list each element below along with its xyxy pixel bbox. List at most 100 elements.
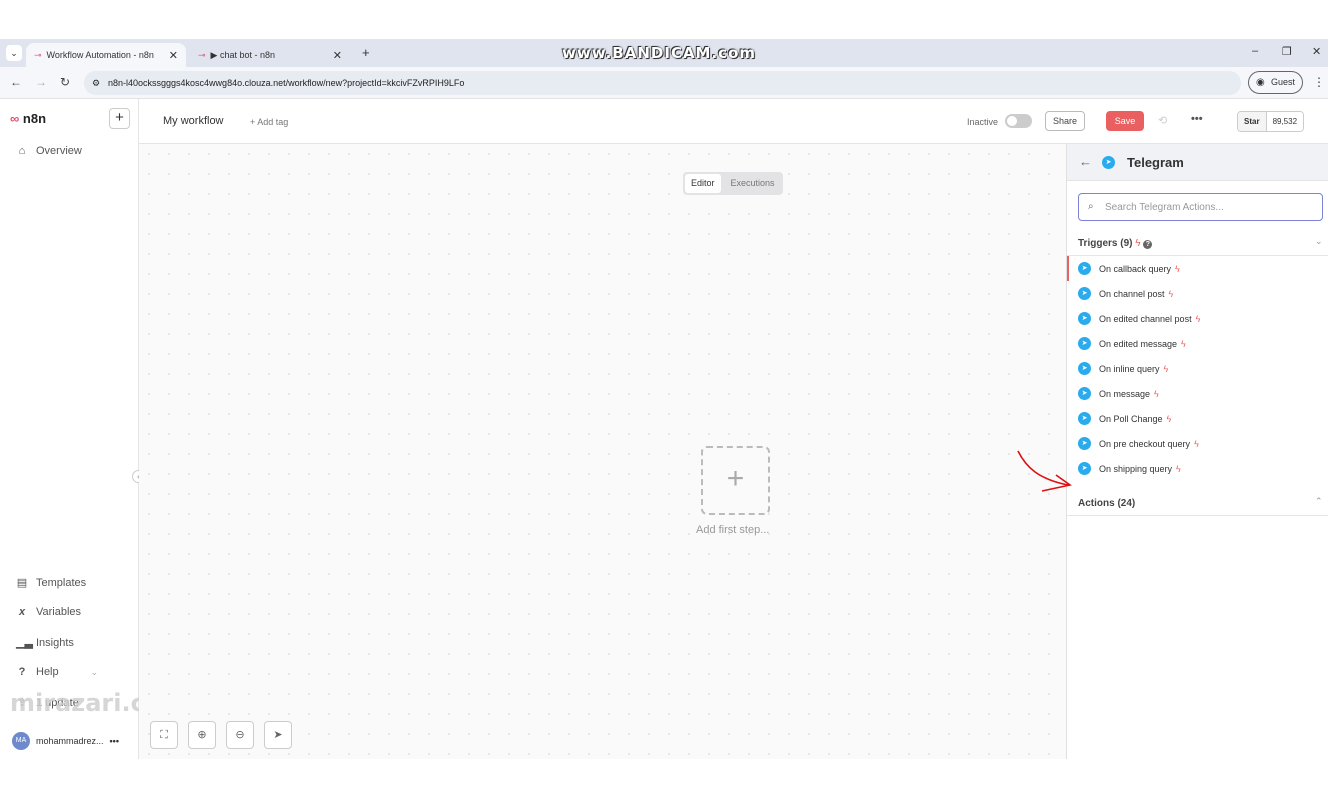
sidebar-item-label: Overview (36, 145, 82, 157)
trigger-item[interactable]: ➤ On Poll Change ϟ (1067, 406, 1328, 431)
n8n-app: ∞ n8n + ⌂ Overview ▤ Templates x Variabl… (0, 99, 1328, 759)
trigger-item[interactable]: ➤ On message ϟ (1067, 381, 1328, 406)
address-bar: ← → ↻ ⚙ n8n-l40ockssgggs4kosc4wwg84o.clo… (0, 67, 1328, 99)
trigger-item[interactable]: ➤ On shipping query ϟ (1067, 456, 1328, 481)
user-name: mohammadrez... (36, 736, 104, 746)
sidebar-item-insights[interactable]: ▁▃ Insights (16, 636, 74, 650)
pointer-tool-icon[interactable]: ➤ (264, 721, 292, 749)
triggers-header[interactable]: Triggers (9) ϟ ? (1078, 238, 1153, 249)
user-menu[interactable]: MA mohammadrez... ••• (12, 732, 119, 750)
telegram-icon: ➤ (1078, 337, 1091, 350)
avatar: MA (12, 732, 30, 750)
templates-icon: ▤ (16, 577, 28, 589)
close-tab-icon[interactable]: ✕ (333, 49, 342, 62)
trigger-item[interactable]: ➤ On inline query ϟ (1067, 356, 1328, 381)
workflow-canvas[interactable]: + Add first step... ⛶ ⊕ ⊖ ➤ (139, 144, 1066, 759)
github-icon: Star (1238, 112, 1267, 131)
trigger-label: On channel post (1099, 288, 1165, 299)
sidebar-item-overview[interactable]: ⌂ Overview (16, 145, 82, 157)
chevron-down-icon: ⌄ (90, 666, 99, 677)
trigger-bolt-icon: ϟ (1168, 288, 1174, 299)
share-button[interactable]: Share (1045, 111, 1085, 131)
trigger-label: On callback query (1099, 263, 1172, 274)
sidebar-item-label: Help (36, 666, 59, 678)
add-tag-link[interactable]: + Add tag (250, 117, 288, 127)
minimize-icon[interactable]: – (1252, 45, 1258, 57)
close-tab-icon[interactable]: ✕ (169, 49, 178, 62)
trigger-bolt-icon: ϟ (1166, 413, 1172, 424)
trigger-item[interactable]: ➤ On callback query ϟ (1067, 256, 1328, 281)
close-window-icon[interactable]: ✕ (1312, 45, 1321, 58)
insights-icon: ▁▃ (16, 637, 33, 649)
sidebar-item-label: Variables (36, 606, 82, 618)
help-icon[interactable]: ? (1143, 240, 1153, 249)
search-field[interactable]: ⌕ (1078, 193, 1323, 221)
sidebar-item-help[interactable]: ? Help ⌄ (16, 666, 99, 678)
sidebar-item-templates[interactable]: ▤ Templates (16, 576, 87, 590)
github-star-count: 89,532 (1266, 112, 1304, 131)
sidebar-item-label: Templates (36, 576, 87, 589)
search-input[interactable] (1105, 199, 1315, 215)
telegram-icon: ➤ (1078, 312, 1091, 325)
browser-tab-bar: ⌄ ⊸ Workflow Automation - n8n ✕ ⊸ ▶ chat… (0, 39, 1328, 67)
actions-header[interactable]: Actions (24) (1078, 498, 1135, 509)
trigger-bolt-icon: ϟ (1181, 338, 1186, 349)
telegram-icon: ➤ (1078, 462, 1091, 475)
zoom-in-icon[interactable]: ⊕ (188, 721, 216, 749)
chevron-up-icon[interactable]: ⌃ (1315, 496, 1323, 507)
telegram-icon: ➤ (1078, 387, 1091, 400)
browser-menu-icon[interactable]: ⋮ (1313, 75, 1325, 89)
add-first-step-button[interactable]: + (701, 446, 770, 515)
logo-text: n8n (22, 111, 47, 126)
trigger-bolt-icon: ϟ (1163, 363, 1169, 374)
zoom-out-icon[interactable]: ⊖ (226, 721, 254, 749)
trigger-label: On message (1099, 388, 1151, 399)
profile-label: Guest (1271, 77, 1296, 87)
more-options-icon[interactable]: ••• (1191, 113, 1203, 125)
n8n-logo[interactable]: ∞ n8n (10, 111, 46, 126)
history-icon[interactable]: ⟲ (1158, 114, 1167, 127)
red-arrow-annotation (1017, 450, 1072, 492)
screen: ⌄ ⊸ Workflow Automation - n8n ✕ ⊸ ▶ chat… (0, 39, 1328, 759)
trigger-item[interactable]: ➤ On edited channel post ϟ (1067, 306, 1328, 331)
recorder-watermark: www.BANDICAM.com (562, 44, 757, 62)
trigger-item[interactable]: ➤ On edited message ϟ (1067, 331, 1328, 356)
telegram-icon: ➤ (1078, 262, 1091, 275)
workflow-name[interactable]: My workflow (163, 115, 224, 127)
profile-icon: ◉ (1256, 77, 1265, 88)
create-button[interactable]: + (109, 108, 130, 129)
url-field[interactable]: ⚙ n8n-l40ockssgggs4kosc4wwg84o.clouza.ne… (84, 71, 1241, 95)
trigger-label: On Poll Change (1099, 413, 1163, 424)
n8n-favicon-icon: ⊸ (34, 49, 42, 60)
trigger-label: On pre checkout query (1099, 438, 1191, 449)
sidebar-item-variables[interactable]: x Variables (16, 606, 81, 618)
telegram-icon: ➤ (1078, 437, 1091, 450)
save-button[interactable]: Save (1106, 111, 1144, 131)
reload-icon[interactable]: ↻ (60, 75, 70, 89)
profile-button[interactable]: ◉ Guest (1248, 71, 1303, 94)
restore-icon[interactable]: ❐ (1282, 45, 1292, 58)
user-more-icon[interactable]: ••• (110, 736, 119, 746)
forward-icon[interactable]: → (35, 75, 47, 89)
tab-executions[interactable]: Executions (725, 174, 781, 193)
tab-search-icon[interactable]: ⌄ (6, 45, 22, 61)
trigger-label: On shipping query (1099, 463, 1173, 474)
site-settings-icon[interactable]: ⚙ (92, 71, 100, 95)
github-star-button[interactable]: Star 89,532 (1237, 111, 1305, 132)
help-icon: ? (18, 666, 26, 678)
trigger-item[interactable]: ➤ On pre checkout query ϟ (1067, 431, 1328, 456)
fit-view-icon[interactable]: ⛶ (150, 721, 178, 749)
new-tab-icon[interactable]: + (362, 45, 370, 60)
trigger-bolt-icon: ϟ (1175, 263, 1180, 274)
n8n-favicon-icon: ⊸ (198, 49, 206, 60)
tab-editor[interactable]: Editor (685, 174, 721, 193)
back-icon[interactable]: ← (10, 75, 22, 89)
tab-label: ▶ chat bot - n8n (210, 49, 276, 60)
browser-tab-chatbot[interactable]: ⊸ ▶ chat bot - n8n ✕ (190, 43, 350, 67)
back-arrow-icon[interactable]: ← (1079, 154, 1092, 169)
variables-icon: x (18, 606, 26, 618)
chevron-down-icon[interactable]: ⌄ (1315, 236, 1323, 247)
activation-toggle[interactable] (1005, 114, 1032, 128)
trigger-item[interactable]: ➤ On channel post ϟ (1067, 281, 1328, 306)
browser-tab-workflow[interactable]: ⊸ Workflow Automation - n8n ✕ (26, 43, 186, 67)
